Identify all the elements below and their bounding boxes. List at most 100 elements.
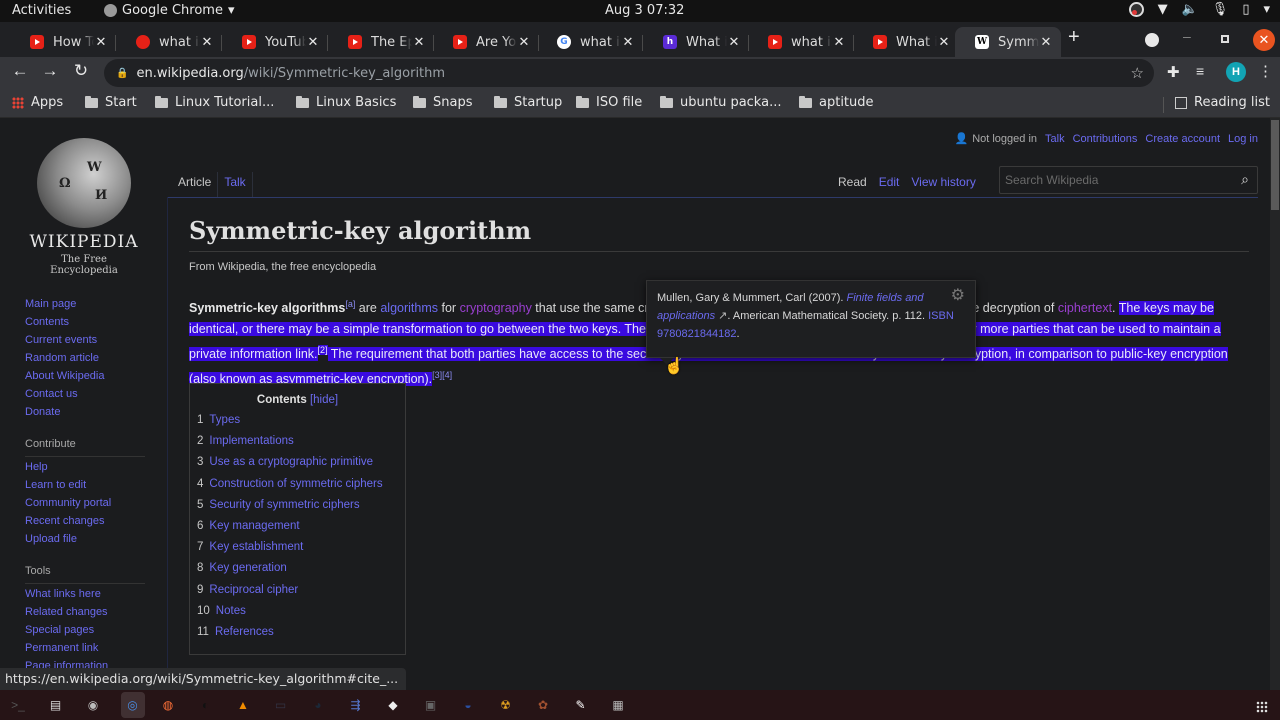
new-tab-button[interactable]: + <box>1068 26 1080 49</box>
page-scrollbar[interactable] <box>1270 118 1280 690</box>
sidebar-item-recent-changes[interactable]: Recent changes <box>25 514 155 532</box>
toc-item-link[interactable]: Implementations <box>209 435 293 447</box>
toc-item[interactable]: 10 Notes <box>197 605 405 626</box>
address-bar[interactable]: 🔒 en.wikipedia.org/wiki/Symmetric-key_al… <box>104 59 1154 87</box>
toc-item-link[interactable]: Key management <box>209 520 299 532</box>
forward-button[interactable]: → <box>38 61 62 81</box>
bookmark-folder[interactable]: Startup <box>494 95 562 110</box>
gimp-icon[interactable]: ▣ <box>421 695 441 715</box>
toc-item[interactable]: 3 Use as a cryptographic primitive <box>197 456 405 477</box>
sidebar-item-learn-to-edit[interactable]: Learn to edit <box>25 478 155 496</box>
profile-avatar[interactable]: H <box>1226 62 1246 82</box>
toc-item[interactable]: 6 Key management <box>197 520 405 541</box>
app-icon[interactable]: ✿ <box>533 695 553 715</box>
show-applications-button[interactable] <box>1256 701 1268 713</box>
browser-tab[interactable]: what is✕ <box>116 27 222 57</box>
sidebar-item-help[interactable]: Help <box>25 460 155 478</box>
close-tab-icon[interactable]: ✕ <box>94 35 108 50</box>
obs-icon[interactable]: ◐ <box>196 695 216 715</box>
monitor-icon[interactable]: ▭ <box>271 695 291 715</box>
browser-tab[interactable]: The Ep ✕ <box>328 27 434 57</box>
bookmark-apps[interactable]: Apps <box>12 95 63 110</box>
firefox-icon[interactable]: ◍ <box>158 695 178 715</box>
browser-tab[interactable]: what is✕ <box>748 27 854 57</box>
toc-item[interactable]: 4 Construction of symmetric ciphers <box>197 478 405 499</box>
sidebar-item-current-events[interactable]: Current events <box>25 333 155 351</box>
toc-item[interactable]: 7 Key establishment <box>197 541 405 562</box>
extensions-icon[interactable]: ✚ <box>1167 63 1180 81</box>
keepass-icon[interactable]: ◒ <box>458 695 478 715</box>
bookmark-star-icon[interactable]: ☆ <box>1131 64 1144 82</box>
toc-item-link[interactable]: Types <box>209 414 240 426</box>
sidebar-item-special-pages[interactable]: Special pages <box>25 623 155 641</box>
wikipedia-globe-logo[interactable]: Ω W И <box>37 138 131 228</box>
tab-view-history[interactable]: View history <box>905 172 981 198</box>
browser-tab[interactable]: Gwhat is✕ <box>537 27 643 57</box>
toc-item[interactable]: 8 Key generation <box>197 562 405 583</box>
ref-2-link[interactable]: [2] <box>317 345 328 356</box>
sidebar-item-related-changes[interactable]: Related changes <box>25 605 155 623</box>
tab-talk[interactable]: Talk <box>217 172 253 198</box>
trash-icon[interactable]: ▦ <box>608 695 628 715</box>
media-controls-icon[interactable]: ≡ <box>1196 63 1204 79</box>
screen-recorder-icon[interactable] <box>1128 2 1144 17</box>
system-tray[interactable]: ▼ 🔈 🎙 ▯ ▾ <box>1128 2 1270 17</box>
kdeconnect-icon[interactable]: ⇶ <box>346 695 366 715</box>
kebab-menu-icon[interactable]: ⋮ <box>1258 62 1273 80</box>
bookmark-folder[interactable]: Linux Tutorial... <box>155 95 274 110</box>
bookmark-folder[interactable]: aptitude <box>799 95 874 110</box>
bookmark-folder[interactable]: Linux Basics <box>296 95 396 110</box>
toc-item-link[interactable]: References <box>215 626 274 638</box>
bookmark-folder[interactable]: ISO file <box>576 95 642 110</box>
lock-icon[interactable]: 🔒 <box>116 68 128 79</box>
toc-item[interactable]: 5 Security of symmetric ciphers <box>197 499 405 520</box>
tab-read[interactable]: Read <box>832 172 873 198</box>
toc-item-link[interactable]: Notes <box>216 605 246 617</box>
sidebar-item-contact[interactable]: Contact us <box>25 387 155 405</box>
browser-tab[interactable]: What is✕ <box>853 27 959 57</box>
sidebar-item-main-page[interactable]: Main page <box>25 297 155 315</box>
browser-tab-active[interactable]: W Symmetric✕ <box>955 27 1061 57</box>
tab-search-button[interactable] <box>1145 33 1159 47</box>
link-ciphertext[interactable]: ciphertext <box>1058 301 1112 315</box>
toc-item-link[interactable]: Security of symmetric ciphers <box>209 499 359 511</box>
browser-tab[interactable]: YouTube✕ <box>222 27 328 57</box>
link-algorithms[interactable]: algorithms <box>380 301 438 315</box>
toc-item[interactable]: 1 Types <box>197 414 405 435</box>
sidebar-item-random-article[interactable]: Random article <box>25 351 155 369</box>
gear-icon[interactable]: ⚙ <box>951 287 965 305</box>
sidebar-item-contents[interactable]: Contents <box>25 315 155 333</box>
terminal-icon[interactable]: >_ <box>8 695 28 715</box>
toc-item-link[interactable]: Key establishment <box>209 541 303 553</box>
toc-item[interactable]: 2 Implementations <box>197 435 405 456</box>
vlc-icon[interactable]: ▲ <box>233 695 253 715</box>
close-tab-icon[interactable]: ✕ <box>621 35 635 50</box>
sidebar-item-donate[interactable]: Donate <box>25 405 155 423</box>
sidebar-item-upload-file[interactable]: Upload file <box>25 532 155 550</box>
activities-button[interactable]: Activities <box>12 3 71 18</box>
vscode-icon[interactable]: ◆ <box>383 695 403 715</box>
reload-button[interactable]: ↻ <box>69 61 93 81</box>
contributions-link[interactable]: Contributions <box>1073 133 1138 145</box>
bookmark-folder[interactable]: ubuntu packa... <box>660 95 781 110</box>
maximize-button[interactable] <box>1221 35 1229 43</box>
close-tab-icon[interactable]: ✕ <box>517 35 531 50</box>
create-account-link[interactable]: Create account <box>1145 133 1220 145</box>
warning-app-icon[interactable]: ☢ <box>496 695 516 715</box>
system-menu-caret-icon[interactable]: ▾ <box>1263 2 1270 17</box>
toc-item-link[interactable]: Use as a cryptographic primitive <box>209 456 373 468</box>
toc-item-link[interactable]: Construction of symmetric ciphers <box>209 478 382 490</box>
search-input[interactable] <box>1000 167 1220 193</box>
files-icon[interactable]: ▤ <box>46 695 66 715</box>
sidebar-item-what-links-here[interactable]: What links here <box>25 587 155 605</box>
close-window-button[interactable]: ✕ <box>1253 29 1275 51</box>
toc-item-link[interactable]: Key generation <box>209 562 286 574</box>
toc-item-link[interactable]: Reciprocal cipher <box>209 584 298 596</box>
bookmark-folder[interactable]: Snaps <box>413 95 472 110</box>
user-talk-link[interactable]: Talk <box>1045 133 1065 145</box>
reading-list-button[interactable]: Reading list <box>1175 95 1270 110</box>
close-tab-icon[interactable]: ✕ <box>832 35 846 50</box>
bookmark-folder[interactable]: Start <box>85 95 137 110</box>
close-tab-icon[interactable]: ✕ <box>306 35 320 50</box>
app-menu[interactable]: Google Chrome ▾ <box>104 3 235 18</box>
